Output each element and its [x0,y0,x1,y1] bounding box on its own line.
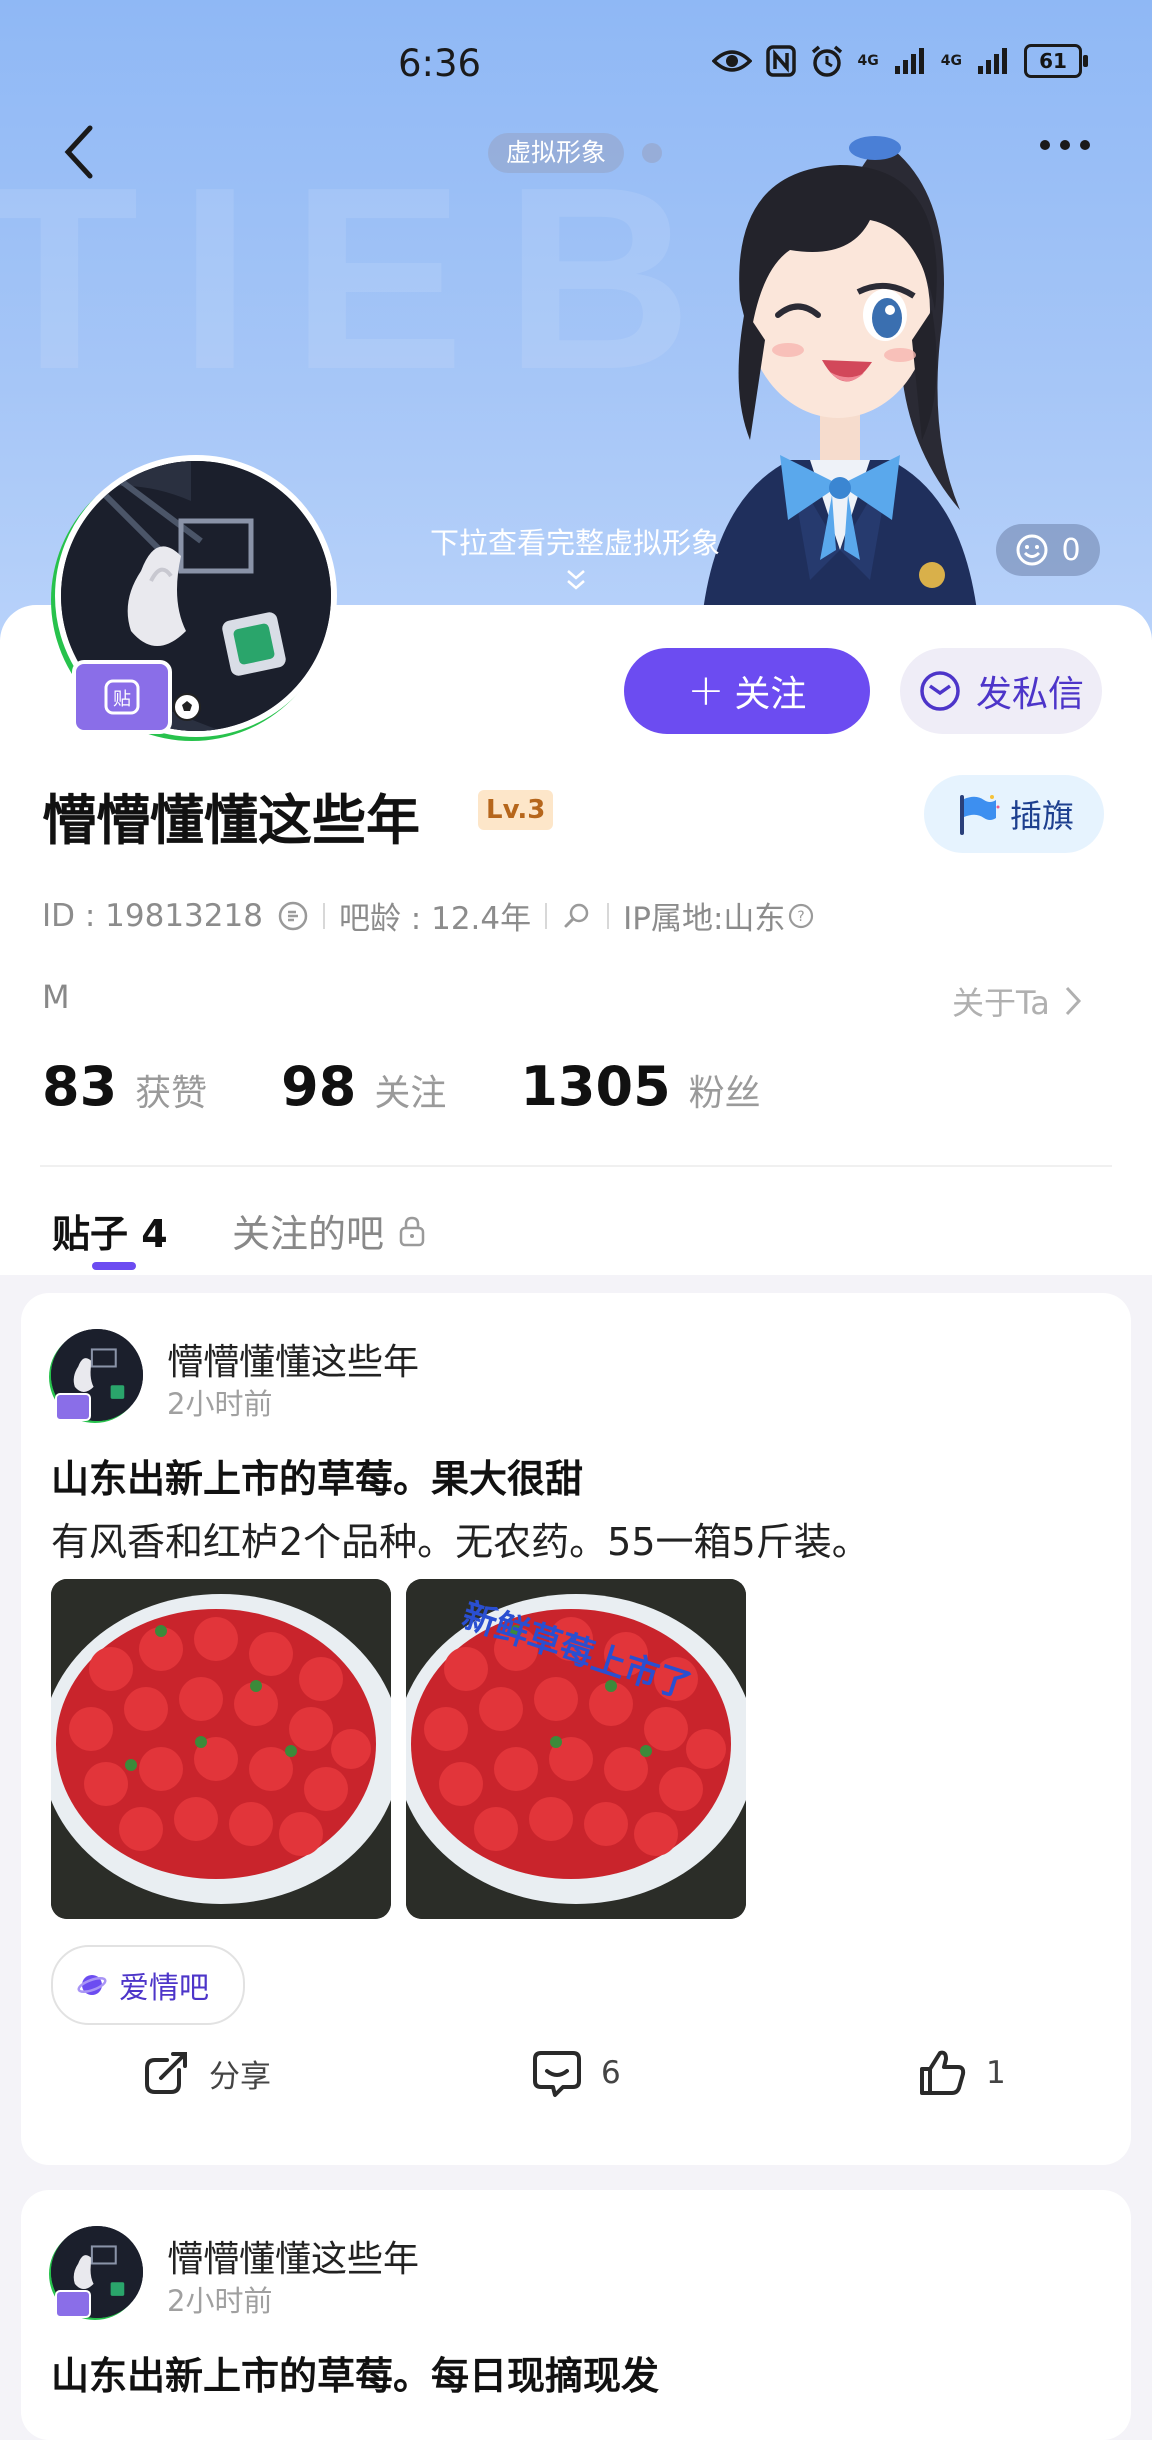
share-label: 分享 [209,2058,271,2095]
more-dots-icon [1040,140,1050,150]
share-button[interactable]: 分享 [141,2023,271,2123]
about-label: 关于Ta [952,984,1050,1022]
fans-count[interactable]: 1305 [520,1055,670,1118]
battery-indicator: 61 [1024,44,1088,78]
chevron-right-icon [1065,986,1081,1016]
stats-row: 83 获赞 98 关注 1305 粉丝 [42,1055,761,1118]
smiley-icon [1016,534,1048,566]
user-id: ID : 19813218 [42,897,263,934]
post-time: 2小时前 [167,2284,273,2318]
more-options-button[interactable] [1040,140,1104,160]
post-card[interactable]: 懵懵懂懂这些年 2小时前 山东出新上市的草莓。每日现摘现发 [21,2190,1131,2440]
post-author-name[interactable]: 懵懵懂懂这些年 [167,1333,419,1385]
tab-followed-bars[interactable]: 关注的吧 [232,1203,426,1258]
post-author-name[interactable]: 懵懵懂懂这些年 [167,2230,419,2282]
user-bio: M [42,978,70,1016]
like-button[interactable]: 1 [916,2023,1006,2123]
divider [40,1165,1112,1167]
search-icon[interactable] [561,900,593,932]
separator [545,902,548,929]
forum-tag[interactable]: 爱情吧 [51,1945,245,2025]
share-icon [145,2052,187,2094]
message-label: 发私信 [975,674,1084,715]
post-badge-icon [55,1393,91,1421]
planet-icon [77,1975,107,1995]
svg-text:贴: 贴 [113,689,131,710]
copy-icon[interactable] [277,900,309,932]
flag-label: 插旗 [1009,797,1074,835]
nfc-icon [765,45,796,77]
back-button[interactable] [56,120,106,184]
forum-tag-label: 爱情吧 [119,1971,209,2006]
post-image[interactable]: 新鲜草莓上市了 [406,1579,746,1919]
post-badge-icon [55,2290,91,2318]
virtual-avatar-tag[interactable]: 虚拟形象 [488,133,625,173]
lock-icon [399,1216,425,1246]
post-title[interactable]: 山东出新上市的草莓。每日现摘现发 [51,2345,659,2400]
post-card[interactable]: 懵懵懂懂这些年 2小时前 山东出新上市的草莓。果大很甜 有风香和红栌2个品种。无… [21,1293,1131,2165]
like-count: 1 [986,2055,1006,2091]
emoji-reaction-button[interactable]: 0 [996,524,1100,576]
about-link[interactable]: 关于Ta [952,978,1084,1024]
post-time: 2小时前 [167,1387,273,1421]
post-body[interactable]: 有风香和红栌2个品种。无农药。55一箱5斤装。 [51,1511,870,1566]
separator [607,902,610,929]
follow-button[interactable]: + 关注 [624,648,870,734]
bar-age: 吧龄 : 12.4年 [338,901,532,937]
status-time: 6:36 [398,42,482,85]
pull-down-hint: 下拉查看完整虚拟形象 [429,526,720,560]
comment-icon [533,2051,581,2097]
tab-followed-bars-label: 关注的吧 [232,1212,385,1256]
following-label: 关注 [374,1073,447,1114]
post-badge: 贴 [72,660,172,734]
eye-icon [711,50,752,72]
post-title[interactable]: 山东出新上市的草莓。果大很甜 [51,1448,583,1503]
strawberries-image [51,1579,391,1919]
username: 懵懵懂懂这些年 [42,789,420,852]
follow-label: 关注 [734,674,807,715]
likes-count[interactable]: 83 [42,1055,117,1118]
chevron-left-icon [64,125,93,179]
post-image[interactable] [51,1579,391,1919]
private-message-button[interactable]: 发私信 [900,648,1102,734]
signal-1-icon: 4G [857,53,879,69]
flag-button[interactable]: 插旗 [924,775,1104,853]
alarm-icon [811,45,842,77]
help-icon[interactable]: ? [787,902,815,930]
profile-meta: ID : 19813218 吧龄 : 12.4年 IP属地:山东 ? [42,893,815,938]
following-count[interactable]: 98 [281,1055,356,1118]
signal-bars-icon [894,48,924,74]
tab-active-indicator [92,1262,136,1270]
signal-bars-2-icon [978,48,1007,74]
message-icon [920,671,960,711]
tag-dot [642,143,662,163]
tab-posts[interactable]: 贴子 4 [52,1203,168,1258]
flag-icon [959,795,1000,835]
emoji-count-value: 0 [1061,532,1081,568]
status-icons: 4G 4G 61 [711,44,1088,78]
thumbs-up-icon [920,2050,966,2095]
signal-2-icon: 4G [940,53,962,69]
plus-icon: + [687,665,725,716]
strawberries-image: 新鲜草莓上市了 [406,1579,746,1919]
separator [322,902,325,929]
level-badge[interactable]: Lv.3 [478,790,554,830]
svg-text:?: ? [798,909,805,925]
post-badge-icon: 贴 [104,679,140,715]
ip-location: IP属地:山东 [623,901,786,937]
likes-label: 获赞 [135,1073,208,1114]
soccer-ball-icon [173,693,201,721]
double-chevron-down-icon [567,570,585,590]
fans-label: 粉丝 [688,1073,761,1114]
comment-button[interactable]: 6 [531,2023,621,2123]
comment-count: 6 [601,2055,621,2091]
